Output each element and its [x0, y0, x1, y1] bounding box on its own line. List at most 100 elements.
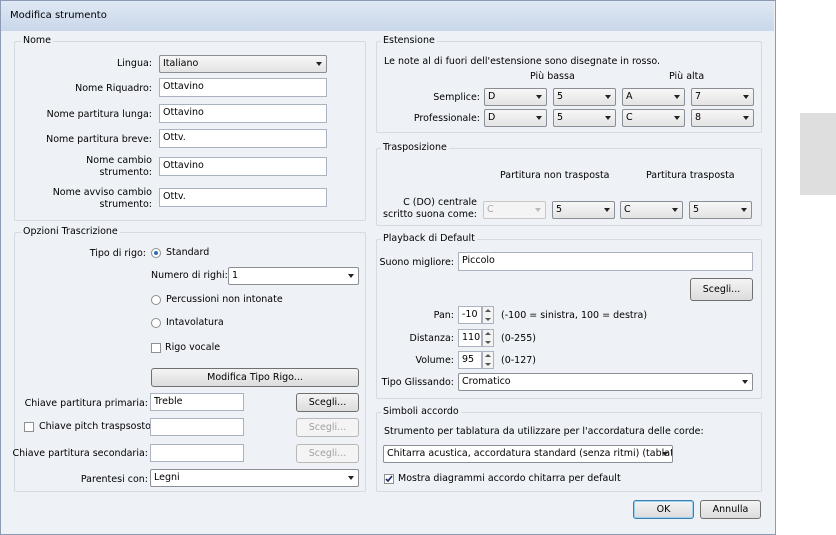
professionale-label: Professionale: — [413, 113, 480, 124]
percussioni-radio[interactable] — [151, 295, 161, 305]
rigo-vocale-label: Rigo vocale — [165, 342, 221, 353]
distanza-spinner[interactable] — [482, 329, 494, 347]
suono-scegli-button[interactable]: Scegli... — [690, 278, 753, 301]
nome-cambio-label-1: Nome cambio — [86, 155, 152, 166]
trasposta-label: Partitura trasposta — [646, 170, 735, 181]
non-trasposta-ottava-value: 5 — [556, 204, 563, 215]
chevron-down-icon — [605, 116, 611, 120]
pan-spinner[interactable] — [482, 306, 494, 324]
pan-range: (-100 = sinistra, 100 = destra) — [501, 310, 648, 321]
strumento-tablatura-select[interactable]: Chitarra acustica, accordatura standard … — [383, 445, 673, 463]
distanza-range: (0-255) — [501, 333, 537, 344]
rigo-vocale-checkbox[interactable] — [151, 343, 161, 353]
intavolatura-radio[interactable] — [151, 318, 161, 328]
professionale-alta-nota-select[interactable]: C — [622, 109, 685, 127]
playback-group-title: Playback di Default — [381, 233, 477, 244]
background-panel-edge — [800, 113, 836, 195]
chevron-down-icon — [536, 95, 542, 99]
semplice-alta-nota-value: A — [626, 91, 633, 102]
parentesi-select[interactable]: Legni — [150, 469, 359, 487]
modifica-tipo-rigo-button[interactable]: Modifica Tipo Rigo... — [151, 368, 359, 387]
chiave-pitch-input[interactable] — [150, 418, 244, 436]
ok-button[interactable]: OK — [633, 500, 694, 519]
do-centrale-label-1: C (DO) centrale — [403, 197, 477, 208]
mostra-diagrammi-label: Mostra diagrammi accordo chitarra per de… — [398, 473, 621, 484]
chevron-down-icon — [674, 95, 680, 99]
non-trasposta-nota-value: C — [487, 204, 494, 215]
chevron-down-icon — [742, 380, 748, 384]
chevron-down-icon — [604, 208, 610, 212]
semplice-alta-ottava-select[interactable]: 7 — [691, 88, 754, 106]
chiave-secondaria-input[interactable] — [150, 444, 244, 462]
do-centrale-label-2: scritto suona come: — [383, 209, 477, 220]
nome-avviso-label-2: strumento: — [99, 199, 152, 210]
trasposta-ottava-value: 5 — [693, 204, 700, 215]
chevron-down-icon — [672, 208, 678, 212]
professionale-alta-ottava-select[interactable]: 8 — [691, 109, 754, 127]
non-trasposta-nota-select[interactable]: C — [483, 201, 546, 219]
professionale-alta-nota-value: C — [626, 112, 633, 123]
professionale-alta-ottava-value: 8 — [695, 112, 702, 123]
strumento-tablatura-label: Strumento per tablatura da utilizzare pe… — [384, 426, 704, 437]
estensione-note: Le note al di fuori dell'estensione sono… — [384, 56, 661, 67]
numero-righi-select[interactable]: 1 — [228, 267, 359, 285]
numero-righi-label: Numero di righi: — [151, 270, 228, 281]
nome-avviso-input[interactable]: Ottv. — [159, 188, 327, 207]
nome-partitura-breve-input[interactable]: Ottv. — [159, 129, 327, 148]
chiave-secondaria-scegli-button[interactable]: Scegli... — [296, 444, 359, 463]
semplice-alta-ottava-value: 7 — [695, 91, 702, 102]
checkmark-icon — [385, 475, 393, 483]
glissando-value: Cromatico — [462, 376, 511, 387]
trasposta-nota-select[interactable]: C — [620, 201, 683, 219]
chevron-down-icon — [662, 452, 668, 456]
trasposizione-group-title: Trasposizione — [381, 142, 449, 153]
distanza-input[interactable]: 110 — [458, 329, 482, 347]
mostra-diagrammi-checkbox[interactable] — [384, 474, 394, 484]
chiave-pitch-scegli-button[interactable]: Scegli... — [296, 418, 359, 437]
chevron-down-icon — [316, 62, 322, 66]
glissando-select[interactable]: Cromatico — [458, 373, 753, 391]
semplice-bassa-nota-select[interactable]: D — [484, 88, 547, 106]
accordo-group-title: Simboli accordo — [381, 406, 461, 417]
lingua-select[interactable]: Italiano — [159, 55, 327, 73]
professionale-bassa-ottava-value: 5 — [557, 112, 564, 123]
chiave-pitch-label: Chiave pitch traspsosto — [39, 421, 151, 432]
non-trasposta-ottava-select[interactable]: 5 — [552, 201, 615, 219]
chiave-secondaria-label: Chiave partitura secondaria: — [12, 448, 149, 459]
semplice-bassa-nota-value: D — [488, 91, 496, 102]
parentesi-value: Legni — [154, 472, 180, 483]
chiave-primaria-input[interactable]: Treble — [150, 393, 244, 411]
nome-cambio-label-2: strumento: — [99, 167, 152, 178]
chiave-primaria-label: Chiave partitura primaria: — [24, 398, 148, 409]
professionale-bassa-ottava-select[interactable]: 5 — [553, 109, 616, 127]
trasposta-ottava-select[interactable]: 5 — [689, 201, 752, 219]
chiave-primaria-scegli-button[interactable]: Scegli... — [296, 393, 359, 412]
chevron-down-icon — [743, 116, 749, 120]
nome-group-title: Nome — [21, 35, 54, 46]
nome-riquadro-label: Nome Riquadro: — [75, 83, 152, 94]
piu-bassa-label: Più bassa — [530, 71, 575, 82]
strumento-tablatura-value: Chitarra acustica, accordatura standard … — [387, 448, 673, 459]
volume-input[interactable]: 95 — [458, 351, 482, 369]
suono-input[interactable]: Piccolo — [458, 252, 753, 271]
semplice-alta-nota-select[interactable]: A — [622, 88, 685, 106]
title-bar — [1, 1, 774, 31]
chevron-down-icon — [536, 116, 542, 120]
annulla-button[interactable]: Annulla — [700, 500, 761, 519]
pan-input[interactable]: -10 — [458, 306, 482, 324]
nome-riquadro-input[interactable]: Ottavino — [159, 78, 327, 97]
suono-label: Suono migliore: — [379, 257, 454, 268]
window-title: Modifica strumento — [10, 10, 107, 21]
nome-cambio-input[interactable]: Ottavino — [159, 157, 327, 176]
volume-spinner[interactable] — [482, 351, 494, 369]
chevron-down-icon — [348, 274, 354, 278]
nome-partitura-lunga-input[interactable]: Ottavino — [159, 104, 327, 123]
standard-label: Standard — [166, 247, 210, 258]
parentesi-label: Parentesi con: — [80, 474, 148, 485]
chiave-pitch-checkbox[interactable] — [24, 422, 34, 432]
glissando-label: Tipo Glissando: — [381, 377, 454, 388]
standard-radio[interactable] — [151, 248, 161, 258]
semplice-bassa-ottava-select[interactable]: 5 — [553, 88, 616, 106]
professionale-bassa-nota-select[interactable]: D — [484, 109, 547, 127]
distanza-label: Distanza: — [409, 333, 454, 344]
